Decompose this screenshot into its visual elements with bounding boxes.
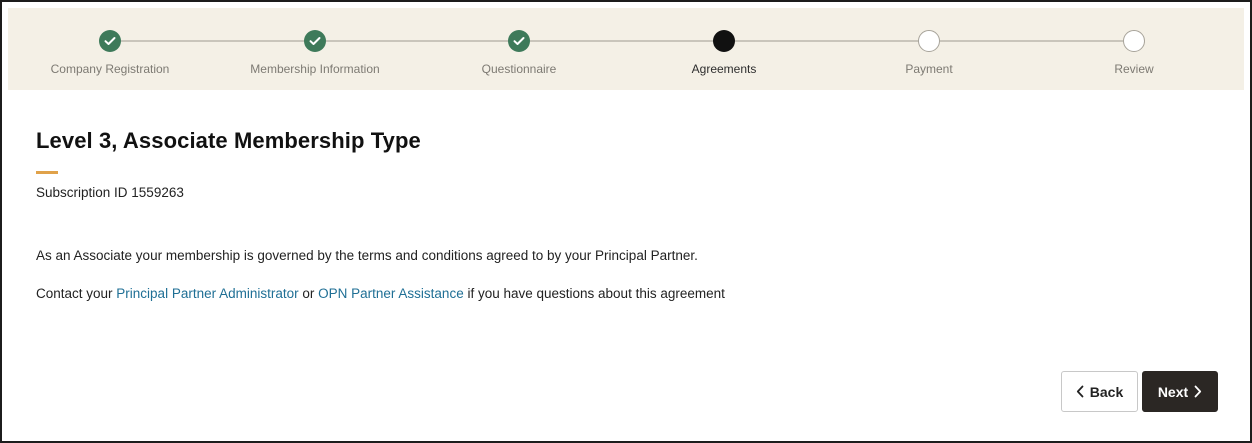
progress-stepper: Company Registration Membership Informat… <box>8 8 1244 90</box>
principal-partner-admin-link[interactable]: Principal Partner Administrator <box>116 286 298 301</box>
opn-partner-assistance-link[interactable]: OPN Partner Assistance <box>318 286 464 301</box>
membership-description: As an Associate your membership is gover… <box>36 248 698 263</box>
step-company-registration[interactable]: Company Registration <box>25 8 195 90</box>
page-title: Level 3, Associate Membership Type <box>36 128 421 153</box>
check-icon <box>104 37 116 45</box>
step-membership-information[interactable]: Membership Information <box>230 8 400 90</box>
step-complete-indicator <box>304 30 326 52</box>
step-pending-indicator <box>1123 30 1145 52</box>
step-label: Payment <box>905 62 953 76</box>
page-frame: Company Registration Membership Informat… <box>0 0 1252 443</box>
back-button[interactable]: Back <box>1061 371 1138 412</box>
step-pending-indicator <box>918 30 940 52</box>
step-questionnaire[interactable]: Questionnaire <box>434 8 604 90</box>
step-complete-indicator <box>99 30 121 52</box>
step-current-indicator <box>713 30 735 52</box>
step-label: Agreements <box>691 62 757 76</box>
next-button[interactable]: Next <box>1142 371 1218 412</box>
step-label: Questionnaire <box>481 62 557 76</box>
step-label: Membership Information <box>250 62 380 76</box>
next-button-label: Next <box>1157 383 1189 400</box>
check-icon <box>309 37 321 45</box>
step-review: Review <box>1049 8 1219 90</box>
subscription-id: Subscription ID 1559263 <box>36 185 184 200</box>
step-agreements: Agreements <box>639 8 809 90</box>
contact-suffix: if you have questions about this agreeme… <box>463 286 725 301</box>
back-button-label: Back <box>1089 383 1124 400</box>
contact-paragraph: Contact your Principal Partner Administr… <box>36 286 725 301</box>
title-accent-bar <box>36 171 58 174</box>
check-icon <box>513 37 525 45</box>
step-label: Company Registration <box>50 62 170 76</box>
step-label: Review <box>1114 62 1154 76</box>
chevron-left-icon <box>1076 385 1084 398</box>
step-payment: Payment <box>844 8 1014 90</box>
contact-middle: or <box>298 286 319 301</box>
contact-prefix: Contact your <box>36 286 117 301</box>
step-complete-indicator <box>508 30 530 52</box>
chevron-right-icon <box>1194 385 1202 398</box>
